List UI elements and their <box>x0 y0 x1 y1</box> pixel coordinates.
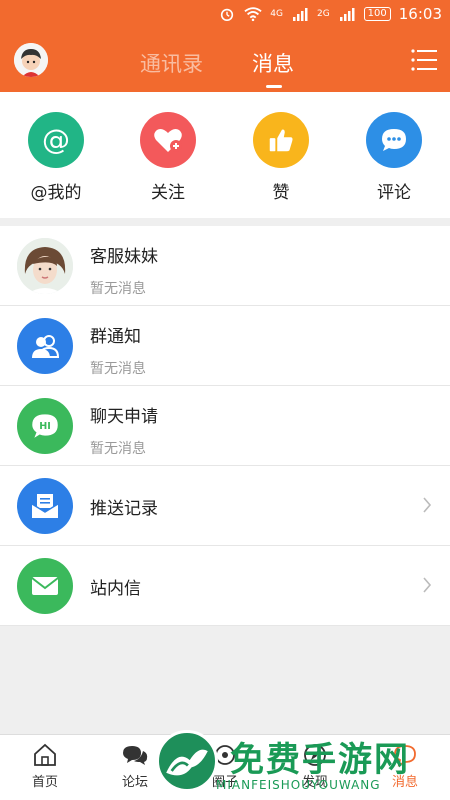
group-icon <box>17 318 73 374</box>
svg-text:@: @ <box>42 124 70 156</box>
list-item-group-notice[interactable]: 群通知 暂无消息 <box>0 306 450 386</box>
row-subtitle: 暂无消息 <box>90 441 146 457</box>
clock: 16:03 <box>398 5 442 23</box>
signal-4g-label: 4G <box>270 9 283 19</box>
home-icon <box>34 743 56 766</box>
quick-action-comment[interactable]: 评论 <box>344 112 444 203</box>
nav-label: 首页 <box>31 775 58 790</box>
list-item-chat-request[interactable]: HI 聊天申请 暂无消息 <box>0 386 450 466</box>
status-bar: 4G 2G 100 16:03 <box>0 0 450 30</box>
support-avatar-icon <box>17 238 73 294</box>
chat-hi-icon: HI <box>17 398 73 454</box>
user-avatar-icon[interactable] <box>14 43 48 77</box>
list-item-support[interactable]: 客服妹妹 暂无消息 <box>0 226 450 306</box>
battery-indicator: 100 <box>363 7 391 21</box>
row-title: 客服妹妹 <box>90 247 158 267</box>
quick-action-label: @我的 <box>30 183 82 203</box>
chevron-right-icon <box>423 577 432 593</box>
tab-contacts[interactable]: 通讯录 <box>140 48 203 78</box>
at-icon: @ <box>28 112 84 168</box>
chevron-right-icon <box>423 497 432 513</box>
signal-icon-2 <box>339 8 355 21</box>
mail-icon <box>17 558 73 614</box>
row-title: 群通知 <box>90 327 141 347</box>
heart-plus-icon <box>140 112 196 168</box>
tab-messages[interactable]: 消息 <box>252 48 294 78</box>
top-bar: 4G 2G 100 16:03 通讯录 消息 <box>0 0 450 92</box>
comment-icon <box>366 112 422 168</box>
row-subtitle: 暂无消息 <box>90 361 146 377</box>
row-subtitle: 暂无消息 <box>90 281 146 297</box>
signal-2g-label: 2G <box>316 9 330 19</box>
watermark-title: 免费手游网 <box>230 740 410 780</box>
svg-text:HI: HI <box>39 421 51 432</box>
nav-home[interactable]: 首页 <box>10 743 80 790</box>
quick-action-label: 评论 <box>377 183 411 203</box>
nav-label: 论坛 <box>121 775 148 790</box>
watermark-logo <box>156 730 218 792</box>
watermark: 免费手游网 MIANFEISHOUYOUWANG <box>156 730 446 800</box>
wifi-icon <box>244 7 262 22</box>
quick-action-follow[interactable]: 关注 <box>118 112 218 203</box>
quick-action-at-me[interactable]: @ @我的 <box>6 112 106 203</box>
push-record-icon <box>17 478 73 534</box>
quick-action-label: 关注 <box>151 183 185 203</box>
menu-list-icon[interactable] <box>410 48 438 72</box>
message-list: 客服妹妹 暂无消息 群通知 暂无消息 HI 聊天申请 暂无消息 推送记录 站内信 <box>0 226 450 626</box>
quick-actions: @ @我的 关注 赞 评论 <box>0 92 450 218</box>
quick-action-like[interactable]: 赞 <box>231 112 331 203</box>
signal-icon <box>292 8 308 21</box>
row-title: 推送记录 <box>90 499 158 519</box>
header: 通讯录 消息 <box>0 30 450 90</box>
quick-action-label: 赞 <box>272 183 290 203</box>
watermark-subtitle: MIANFEISHOUYOUWANG <box>216 778 381 792</box>
list-item-push-records[interactable]: 推送记录 <box>0 466 450 546</box>
row-title: 聊天申请 <box>90 407 158 427</box>
thumbs-up-icon <box>253 112 309 168</box>
row-title: 站内信 <box>90 579 141 599</box>
active-tab-indicator <box>266 85 282 88</box>
alarm-icon <box>221 8 234 22</box>
list-item-inbox[interactable]: 站内信 <box>0 546 450 626</box>
forum-icon <box>123 746 148 765</box>
